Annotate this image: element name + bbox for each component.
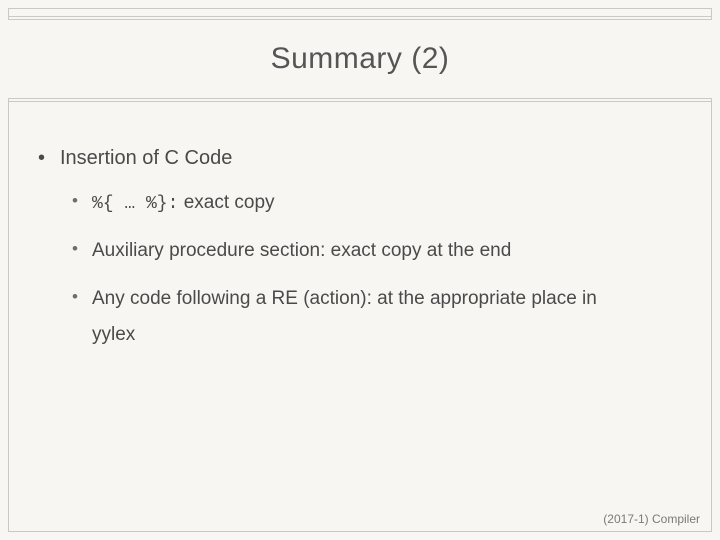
content-area: Insertion of C Code %{ … %}: exact copy … (30, 145, 690, 510)
bullet-main: Insertion of C Code (30, 145, 690, 172)
yylex-line: yylex (92, 322, 690, 348)
title-area: Summary (2) (8, 16, 712, 102)
title-band: Summary (2) (8, 20, 712, 98)
bullet-sub-1: %{ … %}: exact copy (70, 190, 690, 216)
code-span: %{ … %}: (92, 194, 178, 214)
footer-text: (2017-1) Compiler (603, 512, 700, 526)
rule-bottom-2 (8, 101, 712, 102)
sub1-rest: exact copy (178, 192, 274, 213)
slide: Summary (2) Insertion of C Code %{ … %}:… (0, 0, 720, 540)
bullet-sub-3: Any code following a RE (action): at the… (70, 286, 690, 312)
slide-title: Summary (2) (271, 42, 450, 76)
bullet-sub-2: Auxiliary procedure section: exact copy … (70, 238, 690, 264)
